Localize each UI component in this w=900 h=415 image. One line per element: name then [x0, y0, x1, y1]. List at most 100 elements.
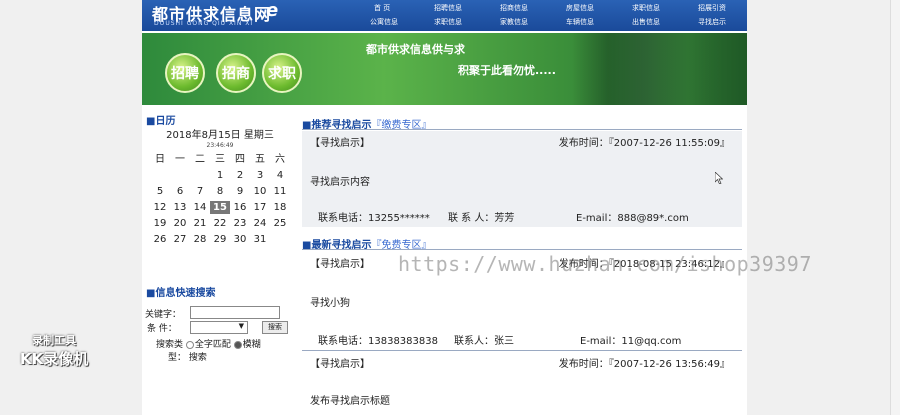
calendar-day[interactable]: 12	[150, 201, 170, 214]
search-type-label-3: 搜索	[188, 353, 207, 363]
calendar-time: 23:46:49	[206, 142, 234, 149]
banner-button-jobs[interactable]: 招聘	[165, 53, 205, 93]
banner-subtitle: 积聚于此看勿忧.....	[458, 64, 556, 77]
nav-jobseek[interactable]: 求职信息	[632, 3, 660, 13]
nav-vehicles[interactable]: 车辆信息	[566, 17, 594, 27]
condition-label: 条 件：	[147, 324, 177, 334]
calendar-weekday: 五	[255, 154, 265, 165]
search-title-text: 信息快速搜索	[155, 288, 216, 299]
recorder-line1: 录制工具	[32, 334, 77, 347]
item-phone: 联系电话：13255******	[318, 213, 430, 224]
calendar-day[interactable]: 13	[170, 201, 190, 214]
item-contact: 联系人：张三	[454, 336, 514, 347]
calendar-day[interactable]: 3	[250, 169, 270, 182]
calendar-day[interactable]: 27	[170, 233, 190, 246]
calendar-day[interactable]: 4	[270, 169, 290, 182]
banner-button-business[interactable]: 招商	[216, 53, 256, 93]
calendar-day[interactable]: 21	[190, 217, 210, 230]
search-button[interactable]: 搜索	[262, 321, 288, 334]
item-content[interactable]: 寻找小狗	[310, 294, 350, 309]
calendar-day[interactable]: 14	[190, 201, 210, 214]
logo-pinyin: DOUSHI GONG QIU XIN XI	[154, 20, 254, 27]
calendar-day[interactable]: 22	[210, 217, 230, 230]
item-contact: 联 系 人：芳芳	[448, 213, 515, 224]
calendar-day[interactable]: 1	[210, 169, 230, 182]
nav-housing[interactable]: 房屋信息	[566, 3, 594, 13]
radio-fuzzy[interactable]	[233, 340, 242, 349]
recorder-watermark: 录制工具 KK录像机	[20, 332, 88, 369]
calendar-day[interactable]: 29	[210, 233, 230, 246]
main-nav: 首 页 招聘信息 招商信息 房屋信息 求职信息 招展引资 公寓信息 求职信息 家…	[358, 1, 747, 31]
vertical-scrollbar[interactable]	[890, 0, 900, 415]
nav-sale[interactable]: 出售信息	[632, 17, 660, 27]
calendar-day	[170, 169, 190, 182]
search-title: ■信息快速搜索	[146, 288, 216, 299]
divider	[302, 249, 742, 250]
calendar-weekday: 一	[175, 154, 185, 165]
calendar-day[interactable]: 10	[250, 185, 270, 198]
calendar-weekday: 二	[195, 154, 205, 165]
nav-jobs[interactable]: 招聘信息	[434, 3, 462, 13]
nav-home[interactable]: 首 页	[374, 3, 390, 13]
calendar-weekday: 四	[235, 154, 245, 165]
banner-decoration	[687, 33, 747, 105]
radio-exact-label: 全字匹配	[194, 340, 231, 350]
calendar-day	[190, 169, 210, 182]
item-category: 【寻找启示】	[310, 359, 370, 370]
nav-tutor[interactable]: 家教信息	[500, 17, 528, 27]
calendar-day[interactable]: 20	[170, 217, 190, 230]
chevron-down-icon: ▼	[238, 322, 244, 330]
calendar-weekday: 日	[155, 154, 165, 165]
calendar-day	[150, 169, 170, 182]
banner-button-jobseek[interactable]: 求职	[262, 53, 302, 93]
calendar-day[interactable]: 6	[170, 185, 190, 198]
item-category: 【寻找启示】	[310, 259, 370, 270]
calendar-widget: 2018年8月15日 星期三 23:46:49 日一二三四五六123456789…	[150, 126, 290, 246]
calendar-day[interactable]: 25	[270, 217, 290, 230]
calendar-day[interactable]: 5	[150, 185, 170, 198]
site-logo[interactable]: 都市供求信息网 DOUSHI GONG QIU XIN XI e	[148, 0, 288, 31]
calendar-weekday: 六	[275, 154, 285, 165]
search-type-label-2: 型：	[168, 353, 187, 363]
keyword-label: 关键字：	[145, 310, 182, 320]
calendar-day[interactable]: 17	[250, 201, 270, 214]
recommended-item: 【寻找启示】 发布时间：『2007-12-26 11:55:09』 寻找启示内容…	[302, 131, 742, 227]
calendar-day	[270, 233, 290, 246]
divider	[302, 129, 742, 130]
nav-business[interactable]: 招商信息	[500, 3, 528, 13]
nav-investment[interactable]: 招展引资	[698, 3, 726, 13]
condition-select[interactable]: ▼	[190, 321, 248, 334]
calendar-day[interactable]: 28	[190, 233, 210, 246]
nav-jobseek-2[interactable]: 求职信息	[434, 17, 462, 27]
nav-apartment[interactable]: 公寓信息	[370, 17, 398, 27]
item-phone: 联系电话：13838383838	[318, 336, 438, 347]
calendar-day[interactable]: 24	[250, 217, 270, 230]
item-content[interactable]: 寻找启示内容	[310, 173, 370, 188]
top-navigation-bar: 都市供求信息网 DOUSHI GONG QIU XIN XI e 首 页 招聘信…	[142, 0, 747, 31]
calendar-day[interactable]: 19	[150, 217, 170, 230]
calendar-day[interactable]: 7	[190, 185, 210, 198]
radio-fuzzy-label: 模糊	[242, 340, 261, 350]
calendar-day[interactable]: 15	[210, 201, 230, 214]
logo-e-mark: e	[266, 0, 279, 21]
nav-lost-found[interactable]: 寻找启示	[698, 17, 726, 27]
calendar-day[interactable]: 23	[230, 217, 250, 230]
calendar-day[interactable]: 18	[270, 201, 290, 214]
item-content[interactable]: 发布寻找启示标题	[310, 392, 390, 407]
calendar-day[interactable]: 2	[230, 169, 250, 182]
calendar-day[interactable]: 31	[250, 233, 270, 246]
keyword-input[interactable]	[190, 306, 280, 319]
calendar-day[interactable]: 11	[270, 185, 290, 198]
calendar-day[interactable]: 16	[230, 201, 250, 214]
recorder-line2: KK录像机	[20, 350, 89, 368]
calendar-date: 2018年8月15日 星期三	[166, 130, 274, 141]
calendar-day[interactable]: 8	[210, 185, 230, 198]
search-type-row-2: 型： 搜索	[168, 350, 207, 363]
calendar-day[interactable]: 9	[230, 185, 250, 198]
item-time: 发布时间：『2007-12-26 13:56:49』	[558, 359, 730, 370]
calendar-day[interactable]: 26	[150, 233, 170, 246]
item-category: 【寻找启示】	[310, 138, 370, 149]
radio-exact[interactable]	[185, 340, 194, 349]
calendar-day[interactable]: 30	[230, 233, 250, 246]
banner-title: 都市供求信息供与求	[366, 43, 465, 56]
